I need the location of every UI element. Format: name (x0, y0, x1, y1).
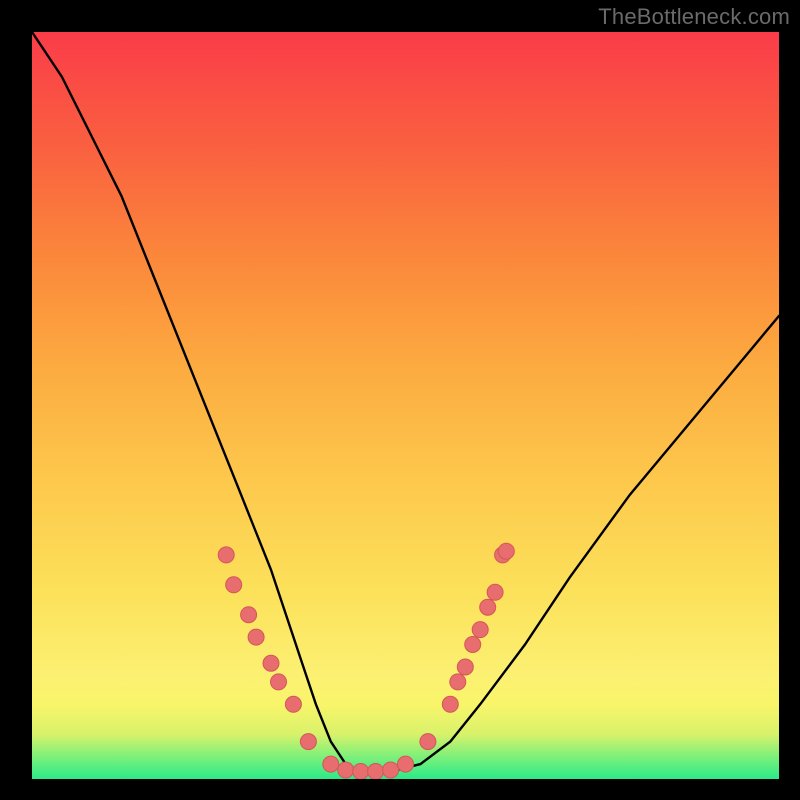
bottleneck-curve (32, 32, 779, 772)
marker-left-cluster (271, 674, 287, 690)
marker-bottom (323, 756, 339, 772)
marker-left-cluster (218, 547, 234, 563)
marker-left-cluster (263, 655, 279, 671)
marker-right-cluster (498, 543, 514, 559)
marker-bottom (368, 764, 384, 780)
marker-right-cluster (465, 637, 481, 653)
marker-bottom (338, 762, 354, 778)
marker-right-cluster (450, 674, 466, 690)
marker-left-cluster (285, 696, 301, 712)
marker-left-cluster (248, 629, 264, 645)
plot-area (32, 32, 779, 779)
marker-right-cluster (472, 622, 488, 638)
marker-right-cluster (457, 659, 473, 675)
marker-right-cluster (480, 599, 496, 615)
marker-bottom (398, 756, 414, 772)
marker-bottom (383, 762, 399, 778)
marker-right-cluster (420, 734, 436, 750)
marker-left-cluster (300, 734, 316, 750)
watermark-text: TheBottleneck.com (598, 4, 790, 30)
marker-right-cluster (442, 696, 458, 712)
marker-bottom (353, 764, 369, 780)
curve-markers (218, 543, 514, 779)
chart-stage: TheBottleneck.com (0, 0, 800, 800)
marker-left-cluster (241, 607, 257, 623)
marker-left-cluster (226, 577, 242, 593)
curve-svg (32, 32, 779, 779)
marker-right-cluster (487, 584, 503, 600)
